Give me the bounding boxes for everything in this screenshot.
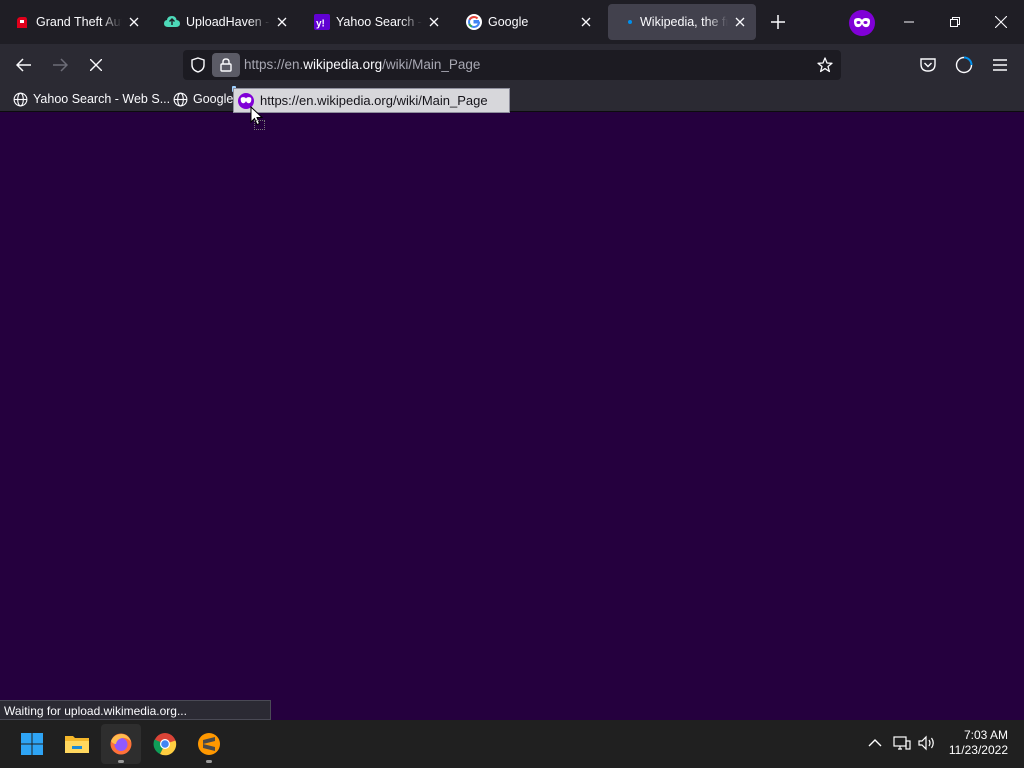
restore-button[interactable] — [932, 0, 978, 44]
tab-title: Google — [488, 15, 529, 29]
url-text[interactable]: https://en.wikipedia.org/wiki/Main_Page — [244, 57, 480, 72]
navigation-toolbar: https://en.wikipedia.org/wiki/Main_Page — [0, 44, 1024, 86]
globe-icon — [12, 91, 28, 107]
tab-google[interactable]: Google — [456, 4, 602, 40]
network-icon[interactable] — [891, 732, 913, 754]
url-host: wikipedia.org — [303, 57, 383, 72]
private-browsing-icon — [849, 10, 875, 36]
tab-title: Wikipedia, the fre — [640, 15, 728, 29]
sublime-text-icon[interactable] — [189, 724, 229, 764]
running-indicator — [118, 760, 124, 763]
tab-yahoo-search[interactable]: y! Yahoo Search - W — [304, 4, 450, 40]
bookmark-star-icon[interactable] — [815, 55, 835, 75]
clock-date: 11/23/2022 — [948, 743, 1008, 757]
yahoo-icon: y! — [314, 14, 330, 30]
desktop-screen: Grand Theft Auto UploadHaven - Fil y! Ya… — [0, 0, 1024, 768]
url-path: /wiki/Main_Page — [382, 57, 481, 72]
hamburger-menu-icon[interactable] — [986, 51, 1014, 79]
close-tab-icon[interactable] — [426, 14, 442, 30]
file-explorer-icon[interactable] — [57, 724, 97, 764]
stop-loading-button[interactable] — [82, 51, 110, 79]
windows-start-icon[interactable] — [12, 724, 52, 764]
bookmark-label: Google — [193, 92, 234, 106]
globe-icon — [172, 91, 188, 107]
back-button[interactable] — [10, 51, 38, 79]
windows-taskbar: 7:03 AM 11/23/2022 — [0, 720, 1024, 768]
url-bar[interactable]: https://en.wikipedia.org/wiki/Main_Page — [183, 50, 841, 80]
close-tab-icon[interactable] — [578, 14, 594, 30]
tab-wikipedia[interactable]: Wikipedia, the fre — [608, 4, 756, 40]
red-game-icon — [14, 14, 30, 30]
pocket-icon[interactable] — [914, 51, 942, 79]
forward-button[interactable] — [46, 51, 74, 79]
firefox-icon[interactable] — [101, 724, 141, 764]
site-identity-lock-icon[interactable] — [212, 53, 240, 77]
clock-time: 7:03 AM — [963, 728, 1008, 742]
show-hidden-icons-chevron-up-icon[interactable] — [864, 732, 886, 754]
drag-link-preview: https://en.wikipedia.org/wiki/Main_Page — [233, 88, 510, 113]
page-content-area — [0, 113, 1024, 720]
bookmark-label: Yahoo Search - Web S... — [33, 92, 171, 106]
chrome-icon[interactable] — [145, 724, 185, 764]
uploadhaven-cloud-icon — [164, 14, 180, 30]
tracking-protection-shield-icon[interactable] — [188, 55, 208, 75]
status-panel: Waiting for upload.wikimedia.org... — [0, 700, 271, 720]
tab-strip: Grand Theft Auto UploadHaven - Fil y! Ya… — [0, 0, 1024, 44]
svg-text:y!: y! — [316, 19, 325, 30]
tab-title: UploadHaven - Fil — [186, 15, 270, 29]
tab-uploadhaven[interactable]: UploadHaven - Fil — [154, 4, 298, 40]
minimize-button[interactable] — [886, 0, 932, 44]
loading-dot-icon — [618, 14, 634, 30]
google-icon — [466, 14, 482, 30]
drag-link-text: https://en.wikipedia.org/wiki/Main_Page — [260, 93, 488, 108]
bookmark-yahoo-search[interactable]: Yahoo Search - Web S... — [12, 90, 170, 108]
new-tab-button[interactable] — [766, 10, 790, 34]
firefox-account-icon[interactable] — [950, 51, 978, 79]
system-clock[interactable]: 7:03 AM 11/23/2022 — [949, 728, 1008, 758]
tab-title: Grand Theft Auto — [36, 15, 122, 29]
tab-grand-theft-auto[interactable]: Grand Theft Auto — [4, 4, 150, 40]
volume-icon[interactable] — [916, 732, 938, 754]
tab-title: Yahoo Search - W — [336, 15, 422, 29]
bookmarks-toolbar: Yahoo Search - Web S... Google — [0, 86, 1024, 112]
running-indicator — [206, 760, 212, 763]
close-window-button[interactable] — [978, 0, 1024, 44]
bookmark-google[interactable]: Google — [172, 90, 233, 108]
close-tab-icon[interactable] — [274, 14, 290, 30]
close-tab-icon[interactable] — [126, 14, 142, 30]
close-tab-icon[interactable] — [732, 14, 748, 30]
url-prefix: https://en. — [244, 57, 304, 72]
drag-target-box — [254, 120, 265, 130]
